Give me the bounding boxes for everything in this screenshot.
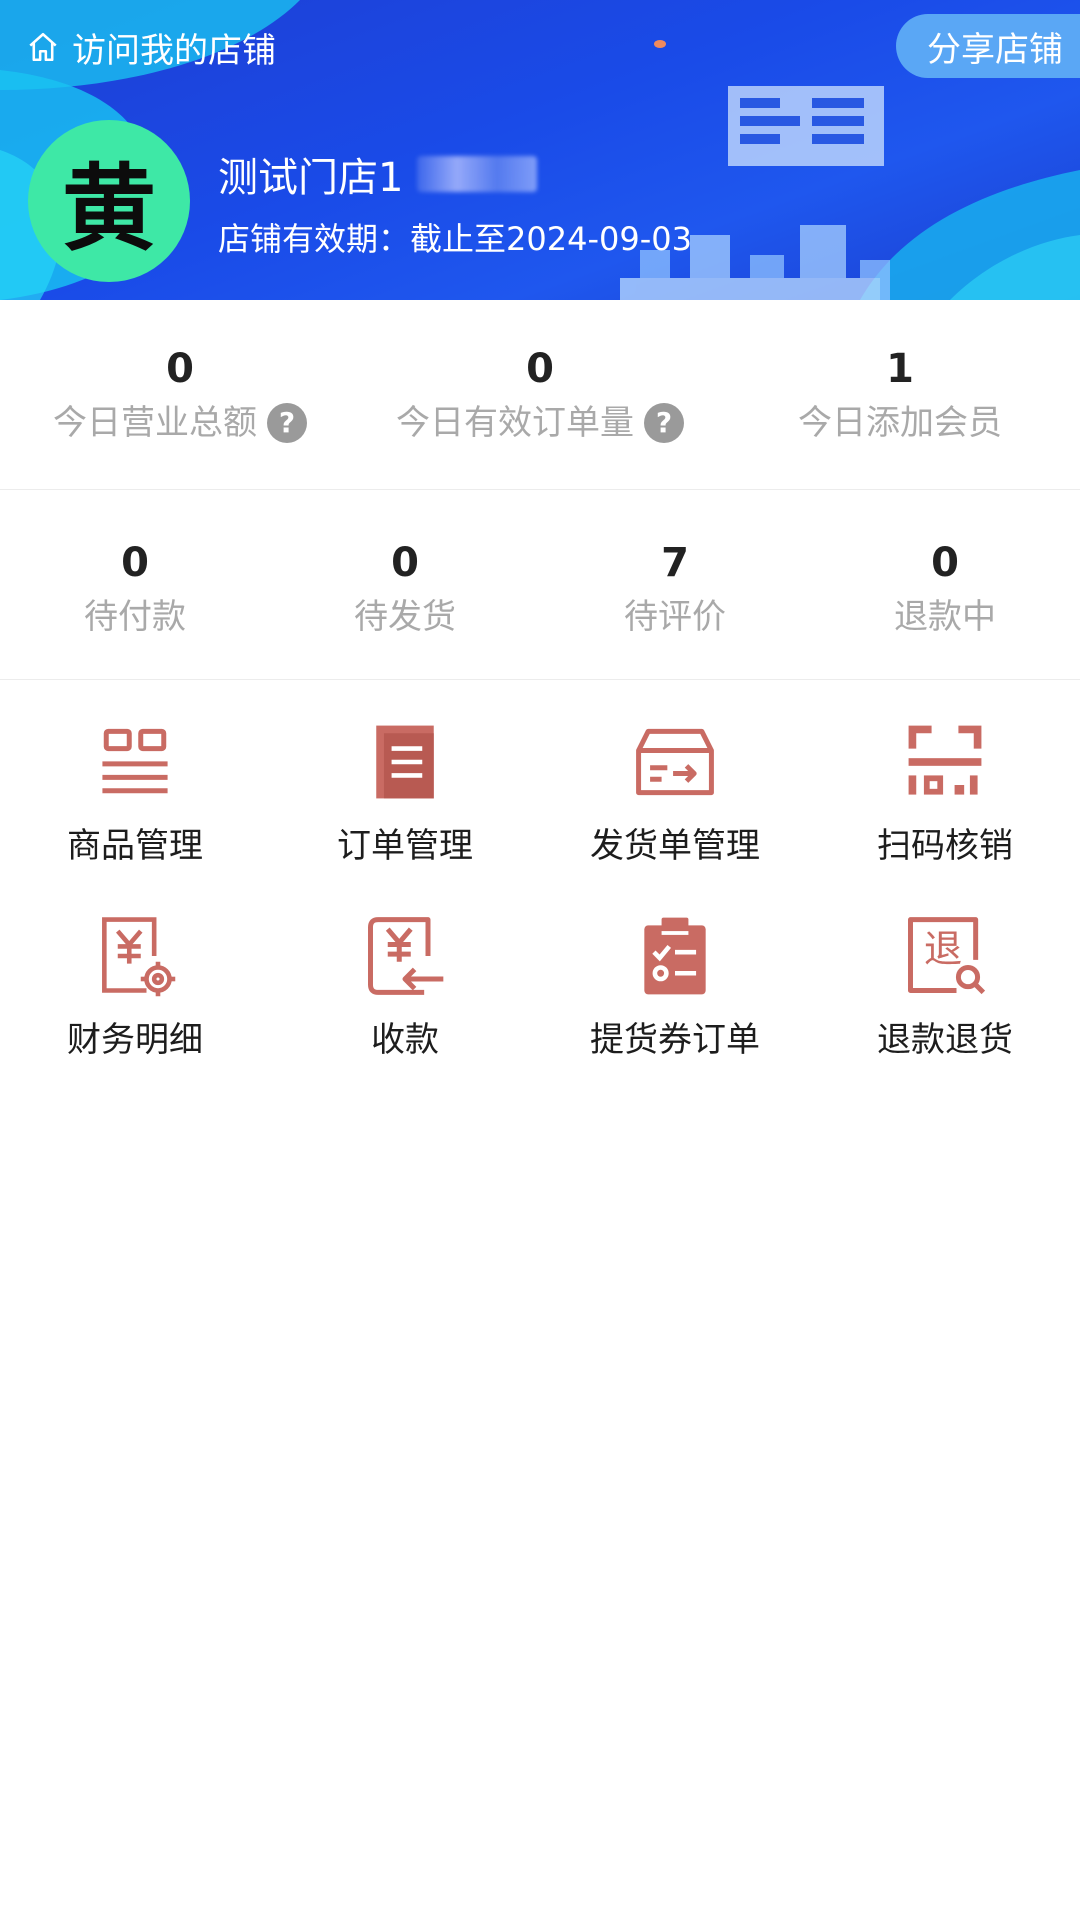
grid-label: 收款 <box>371 1020 439 1060</box>
refund-return-button[interactable]: 退 退款退货 <box>810 910 1080 1104</box>
store-avatar: 黄 <box>28 120 190 282</box>
redacted-store-detail <box>417 156 538 192</box>
stat-value: 0 <box>931 540 959 586</box>
product-management-button[interactable]: 商品管理 <box>0 716 270 910</box>
stat-pending-review[interactable]: 7 待评价 <box>540 540 810 638</box>
stat-pending-shipment[interactable]: 0 待发货 <box>270 540 540 638</box>
visit-my-store-label: 访问我的店铺 <box>72 30 276 71</box>
stat-today-new-members[interactable]: 1 今日添加会员 <box>720 346 1080 444</box>
grid-label: 扫码核销 <box>877 826 1013 866</box>
stat-label: 退款中 <box>894 597 996 637</box>
order-status-stats: 0 待付款 0 待发货 7 待评价 0 退款中 <box>0 490 1080 680</box>
stat-label: 今日添加会员 <box>798 403 1002 443</box>
stat-value: 1 <box>886 346 914 392</box>
store-expiry: 店铺有效期：截止至2024-09-03 <box>218 220 692 258</box>
shipping-box-icon <box>636 728 714 796</box>
payment-receive-icon <box>368 917 444 995</box>
grid-label: 发货单管理 <box>590 826 760 866</box>
refund-search-icon: 退 <box>908 917 986 995</box>
store-header: 访问我的店铺 分享店铺 黄 测试门店1 店铺有效期：截止至2024-09-03 <box>0 0 1080 300</box>
today-stats: 0 今日营业总额 ? 0 今日有效订单量 ? 1 今日添加会员 <box>0 300 1080 490</box>
shipping-order-management-button[interactable]: 发货单管理 <box>540 716 810 910</box>
grid-label: 退款退货 <box>877 1020 1013 1060</box>
stat-label: 待发货 <box>354 597 456 637</box>
visit-my-store-link[interactable]: 访问我的店铺 <box>26 22 276 72</box>
order-management-button[interactable]: 订单管理 <box>270 716 540 910</box>
store-name: 测试门店1 <box>218 155 404 201</box>
home-icon <box>29 32 57 62</box>
qr-scan-icon <box>908 725 982 795</box>
function-grid: 商品管理 订单管理 发货单管理 扫码核销 财务明细 收款 提货券订单 退 退款退… <box>0 716 1080 1104</box>
share-store-button[interactable]: 分享店铺 <box>896 14 1080 78</box>
question-icon[interactable]: ? <box>644 403 684 443</box>
stat-today-revenue[interactable]: 0 今日营业总额 ? <box>0 346 360 444</box>
stat-label: 今日有效订单量 <box>396 403 634 443</box>
scan-verify-button[interactable]: 扫码核销 <box>810 716 1080 910</box>
receive-payment-button[interactable]: 收款 <box>270 910 540 1104</box>
order-document-icon <box>376 725 434 799</box>
stat-value: 0 <box>391 540 419 586</box>
svg-text:退: 退 <box>924 927 962 972</box>
stat-label: 待付款 <box>84 597 186 637</box>
grid-label: 商品管理 <box>67 826 203 866</box>
grid-label: 财务明细 <box>67 1020 203 1060</box>
pickup-voucher-orders-button[interactable]: 提货券订单 <box>540 910 810 1104</box>
grid-label: 提货券订单 <box>590 1020 760 1060</box>
grid-label: 订单管理 <box>337 826 473 866</box>
stat-label: 今日营业总额 <box>53 403 257 443</box>
stat-value: 0 <box>526 346 554 392</box>
stat-value: 0 <box>121 540 149 586</box>
stat-value: 0 <box>166 346 194 392</box>
finance-gear-icon <box>102 917 176 997</box>
stat-value: 7 <box>661 540 689 586</box>
stat-today-valid-orders[interactable]: 0 今日有效订单量 ? <box>360 346 720 444</box>
store-name-row: 测试门店1 <box>218 145 538 203</box>
product-list-icon <box>102 728 168 794</box>
stat-refunding[interactable]: 0 退款中 <box>810 540 1080 638</box>
question-icon[interactable]: ? <box>267 403 307 443</box>
stat-pending-payment[interactable]: 0 待付款 <box>0 540 270 638</box>
finance-details-button[interactable]: 财务明细 <box>0 910 270 1104</box>
stat-label: 待评价 <box>624 597 726 637</box>
pickup-clipboard-icon <box>644 917 706 995</box>
